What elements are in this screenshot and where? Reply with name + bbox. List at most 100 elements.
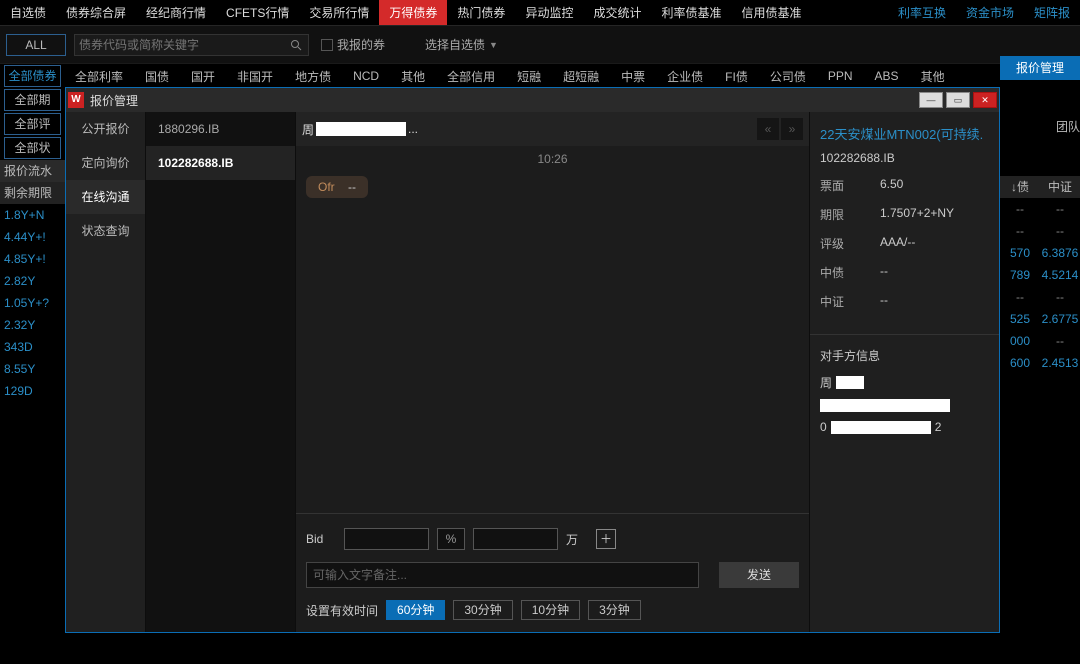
col-header[interactable]: ↓债 bbox=[1000, 176, 1040, 198]
left-row[interactable]: 2.32Y bbox=[0, 314, 65, 336]
modal-nav-item[interactable]: 定向询价 bbox=[66, 146, 145, 180]
topnav-right-link[interactable]: 矩阵报 bbox=[1024, 0, 1080, 25]
filter-tab[interactable]: 公司债 bbox=[760, 65, 816, 88]
left-row[interactable]: 343D bbox=[0, 336, 65, 358]
bubble-value: -- bbox=[348, 180, 356, 194]
cell: 789 bbox=[1000, 264, 1040, 286]
search-icon[interactable] bbox=[290, 39, 304, 51]
redacted-mask bbox=[831, 421, 931, 434]
left-table-stub: 报价流水 剩余期限 1.8Y+N 4.44Y+! 4.85Y+! 2.82Y 1… bbox=[0, 160, 65, 402]
prev-arrow-icon[interactable]: « bbox=[757, 118, 779, 140]
cell: 525 bbox=[1000, 308, 1040, 330]
topnav-right-link[interactable]: 利率互换 bbox=[888, 0, 956, 25]
topnav-tab[interactable]: 利率债基准 bbox=[651, 0, 731, 25]
filter-left-buttons: 全部债券 全部期 全部评 全部状 bbox=[0, 64, 65, 160]
remark-input[interactable]: 可输入文字备注... bbox=[306, 562, 699, 588]
cell: 600 bbox=[1000, 352, 1040, 374]
maximize-button[interactable]: ▭ bbox=[946, 92, 970, 108]
left-row[interactable]: 2.82Y bbox=[0, 270, 65, 292]
chat-area[interactable]: 10:26 Ofr -- bbox=[296, 146, 809, 513]
topnav-tab[interactable]: 成交统计 bbox=[583, 0, 651, 25]
filter-tab[interactable]: 短融 bbox=[507, 65, 551, 88]
filter-left-btn[interactable]: 全部评 bbox=[4, 113, 61, 135]
counterparty-info: 周 02 bbox=[820, 374, 989, 442]
cp-phone-suffix: 2 bbox=[935, 420, 942, 434]
left-row[interactable]: 129D bbox=[0, 380, 65, 402]
filter-tab[interactable]: 其他 bbox=[391, 65, 435, 88]
topnav-tab[interactable]: 债券综合屏 bbox=[56, 0, 136, 25]
filter-tab[interactable]: ABS bbox=[865, 66, 909, 86]
filter-tab[interactable]: 地方债 bbox=[285, 65, 341, 88]
filter-tab[interactable]: 企业债 bbox=[657, 65, 713, 88]
time-option[interactable]: 30分钟 bbox=[453, 600, 512, 620]
checkbox-icon[interactable] bbox=[321, 39, 333, 51]
all-button[interactable]: ALL bbox=[6, 34, 66, 56]
topnav-tab-active[interactable]: 万得债券 bbox=[379, 0, 447, 25]
close-button[interactable]: ✕ bbox=[973, 92, 997, 108]
time-option[interactable]: 10分钟 bbox=[521, 600, 580, 620]
filter-left-btn[interactable]: 全部状 bbox=[4, 137, 61, 159]
filter-tab[interactable]: PPN bbox=[818, 66, 863, 86]
filter-all-bonds[interactable]: 全部债券 bbox=[4, 65, 61, 87]
bid-amount-input[interactable] bbox=[473, 528, 558, 550]
modal-titlebar[interactable]: W 报价管理 — ▭ ✕ bbox=[66, 88, 999, 112]
modal-nav: 公开报价 定向询价 在线沟通 状态查询 bbox=[66, 112, 146, 632]
filter-tab[interactable]: 中票 bbox=[611, 65, 655, 88]
modal-nav-item[interactable]: 公开报价 bbox=[66, 112, 145, 146]
filter-tab[interactable]: 国开 bbox=[181, 65, 225, 88]
topnav-tab[interactable]: 经纪商行情 bbox=[136, 0, 216, 25]
filter-tab[interactable]: FI债 bbox=[715, 65, 758, 88]
time-option[interactable]: 60分钟 bbox=[386, 600, 445, 620]
bond-code: 102282688.IB bbox=[820, 151, 989, 165]
cell: 4.5214 bbox=[1040, 264, 1080, 286]
left-header: 报价流水 bbox=[0, 160, 65, 182]
left-row[interactable]: 4.44Y+! bbox=[0, 226, 65, 248]
filter-tab[interactable]: 全部信用 bbox=[437, 65, 505, 88]
field-key: 票面 bbox=[820, 177, 880, 194]
search-input[interactable] bbox=[79, 38, 290, 52]
quote-manage-button[interactable]: 报价管理 bbox=[1000, 56, 1080, 80]
watchlist-select[interactable]: 选择自选债 ▼ bbox=[425, 36, 498, 53]
bid-label: Bid bbox=[306, 532, 336, 546]
right-table-stub: ↓债中证 ---- ---- 5706.3876 7894.5214 ---- … bbox=[1000, 176, 1080, 374]
filter-left-btn[interactable]: 全部期 bbox=[4, 89, 61, 111]
left-row[interactable]: 4.85Y+! bbox=[0, 248, 65, 270]
modal-nav-item[interactable]: 状态查询 bbox=[66, 214, 145, 248]
left-row[interactable]: 8.55Y bbox=[0, 358, 65, 380]
modal-detail-panel: 22天安煤业MTN002(可持续. 102282688.IB 票面6.50 期限… bbox=[809, 112, 999, 632]
time-option[interactable]: 3分钟 bbox=[588, 600, 641, 620]
my-quotes-checkbox[interactable]: 我报的券 bbox=[321, 36, 385, 53]
filter-tab[interactable]: 非国开 bbox=[227, 65, 283, 88]
topnav-tab[interactable]: 异动监控 bbox=[515, 0, 583, 25]
filter-tab[interactable]: 全部利率 bbox=[65, 65, 133, 88]
topnav-tab[interactable]: 自选债 bbox=[0, 0, 56, 25]
next-arrow-icon[interactable]: » bbox=[781, 118, 803, 140]
cell: -- bbox=[1040, 220, 1080, 242]
topnav-tab[interactable]: CFETS行情 bbox=[216, 0, 299, 25]
bid-price-input[interactable] bbox=[344, 528, 429, 550]
filter-tab[interactable]: 超短融 bbox=[553, 65, 609, 88]
left-row[interactable]: 1.05Y+? bbox=[0, 292, 65, 314]
topnav-tab[interactable]: 交易所行情 bbox=[299, 0, 379, 25]
col-header[interactable]: 中证 bbox=[1040, 176, 1080, 198]
add-row-button[interactable]: ＋ bbox=[596, 529, 616, 549]
search-box[interactable] bbox=[74, 34, 309, 56]
filter-tab[interactable]: 其他 bbox=[911, 65, 955, 88]
cell: 570 bbox=[1000, 242, 1040, 264]
topnav-right-link[interactable]: 资金市场 bbox=[956, 0, 1024, 25]
filter-tab[interactable]: 国债 bbox=[135, 65, 179, 88]
topnav-tab[interactable]: 热门债券 bbox=[447, 0, 515, 25]
topnav-tab[interactable]: 信用债基准 bbox=[731, 0, 811, 25]
bond-list-item-active[interactable]: 102282688.IB bbox=[146, 146, 295, 180]
field-value: 6.50 bbox=[880, 177, 903, 194]
filter-tab[interactable]: NCD bbox=[343, 66, 389, 86]
app-logo-icon: W bbox=[68, 92, 84, 108]
send-button[interactable]: 发送 bbox=[719, 562, 799, 588]
modal-nav-item-active[interactable]: 在线沟通 bbox=[66, 180, 145, 214]
bond-list-item[interactable]: 1880296.IB bbox=[146, 112, 295, 146]
left-row[interactable]: 1.8Y+N bbox=[0, 204, 65, 226]
cell: 6.3876 bbox=[1040, 242, 1080, 264]
cell: -- bbox=[1040, 286, 1080, 308]
percent-button[interactable]: % bbox=[437, 528, 465, 550]
minimize-button[interactable]: — bbox=[919, 92, 943, 108]
